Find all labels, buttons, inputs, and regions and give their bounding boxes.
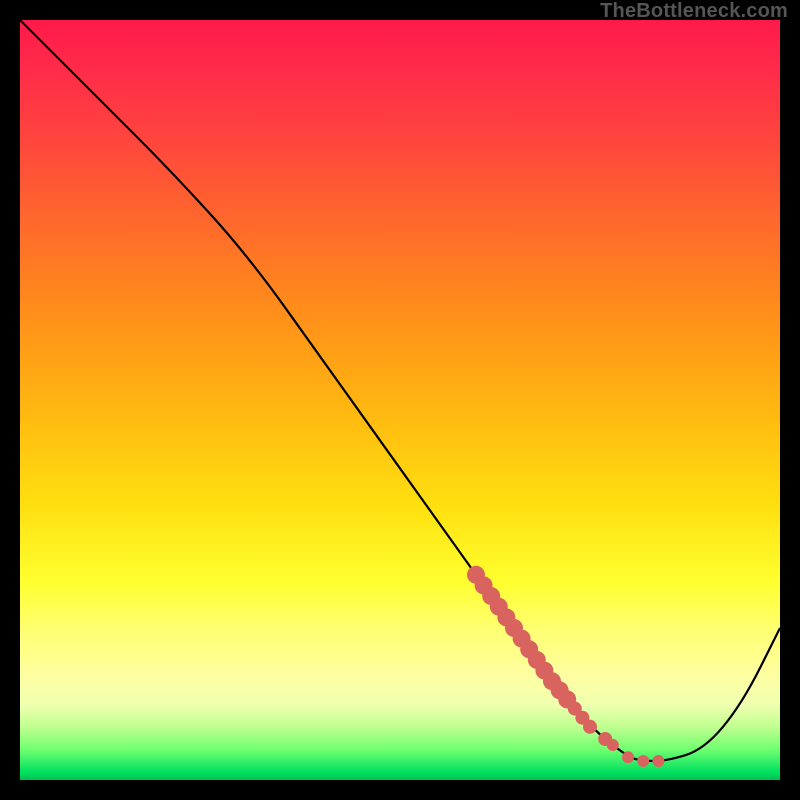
optimal-region-dots	[467, 566, 664, 767]
highlight-dot	[622, 751, 634, 763]
highlight-dot	[607, 739, 619, 751]
chart-overlay	[20, 20, 780, 780]
highlight-dot	[637, 755, 649, 767]
highlight-dot	[652, 755, 664, 767]
highlight-dot	[583, 720, 597, 734]
bottleneck-curve	[20, 20, 780, 761]
chart-container: TheBottleneck.com	[0, 0, 800, 800]
